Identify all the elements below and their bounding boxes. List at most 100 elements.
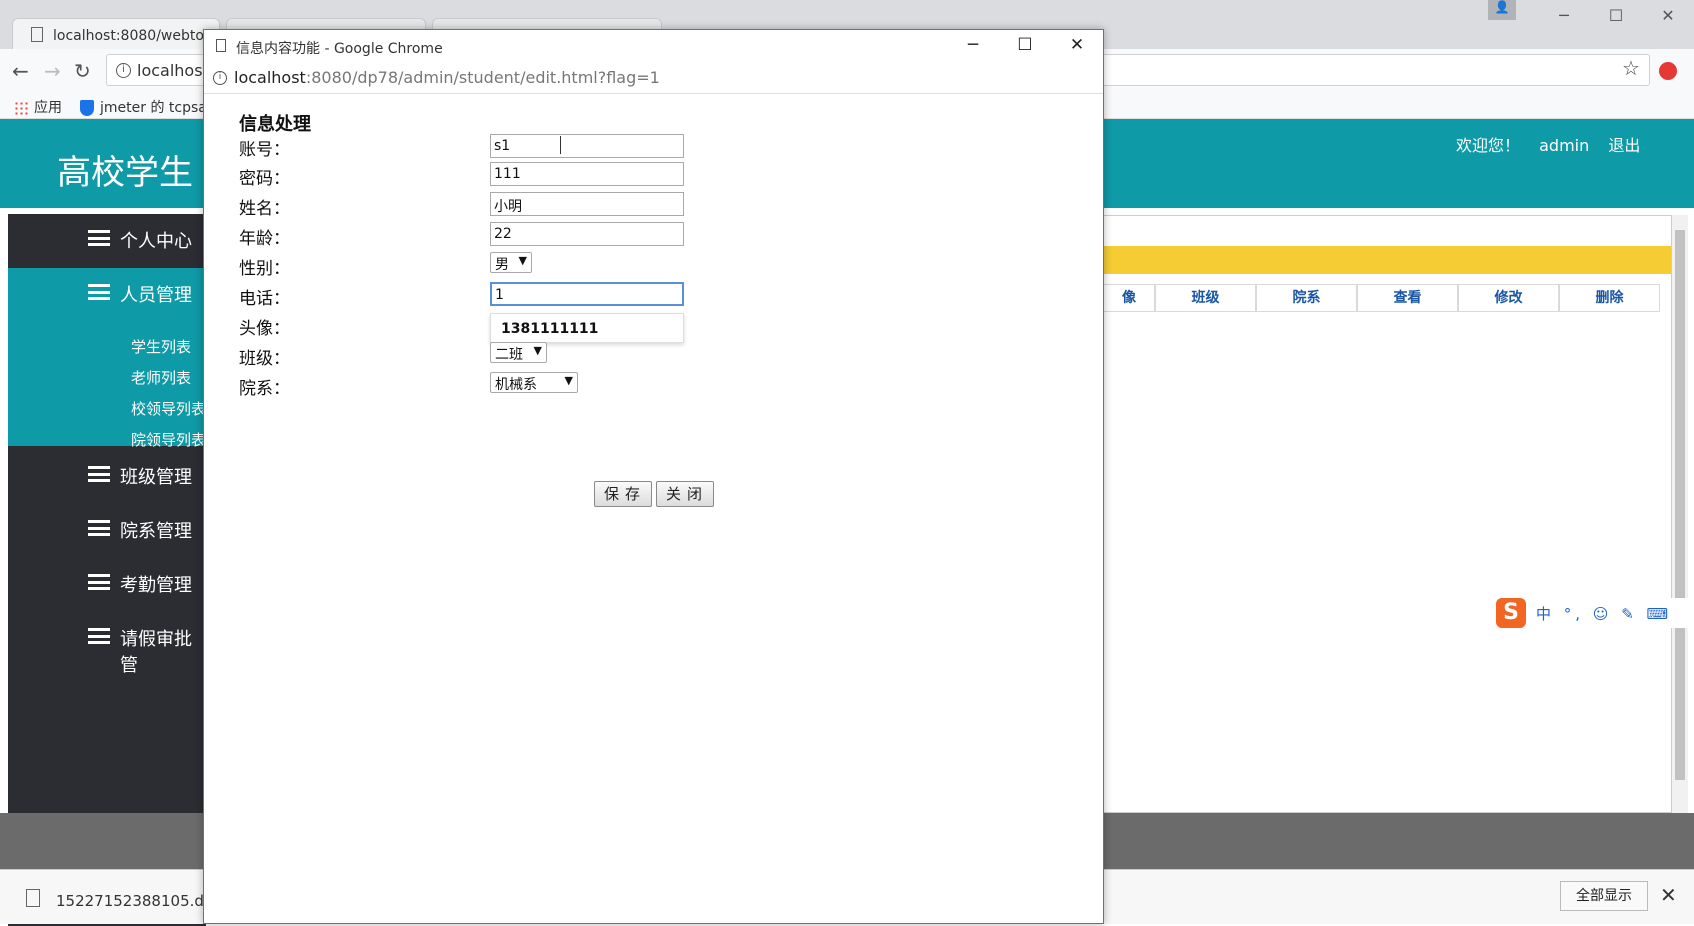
ime-toolbar[interactable]: S 中 °, ☺ ✎ ⌨ xyxy=(1496,598,1694,628)
class-select[interactable]: 二班 ▼ xyxy=(490,342,547,363)
name-label: 姓名： xyxy=(239,199,290,219)
submenu-personnel: 学生列表 老师列表 校领导列表 院领导列表 xyxy=(8,320,206,449)
popup-titlebar: 信息内容功能 - Google Chrome ─ ☐ ✕ xyxy=(204,30,1103,62)
password-input[interactable]: 111 xyxy=(490,162,684,186)
age-input[interactable]: 22 xyxy=(490,222,684,246)
column-header: 查看 xyxy=(1357,284,1458,312)
document-icon xyxy=(26,889,40,907)
gender-select[interactable]: 男 ▼ xyxy=(490,252,532,273)
dropdown-arrow-icon: ▼ xyxy=(533,344,542,357)
close-icon[interactable]: ✕ xyxy=(1642,6,1694,25)
content-panel: 像 班级 院系 查看 修改 删除 xyxy=(1102,215,1672,813)
bookmark-label: jmeter 的 tcpsar xyxy=(100,100,213,116)
user-link[interactable]: admin xyxy=(1539,136,1589,155)
profile-icon[interactable]: 👤 xyxy=(1488,0,1516,20)
menu-label: 请假审批管 xyxy=(120,629,192,676)
tab-title: localhost:8080/webtoo xyxy=(53,28,213,44)
submenu-school-leader-list[interactable]: 校领导列表 xyxy=(131,398,206,419)
menu-personnel[interactable]: 人员管理 xyxy=(8,268,206,320)
bookmark-star-icon[interactable]: ☆ xyxy=(1622,56,1640,80)
class-label: 班级： xyxy=(239,349,290,369)
sogou-logo-icon: S xyxy=(1496,598,1526,628)
stack-icon xyxy=(88,520,110,536)
url-path: :8080/dp78/admin/student/edit.html?flag=… xyxy=(305,68,660,87)
tab-webtoo[interactable]: localhost:8080/webtoo xyxy=(12,18,220,49)
info-icon[interactable]: i xyxy=(116,63,131,78)
department-label: 院系： xyxy=(239,379,290,399)
menu-label: 院系管理 xyxy=(120,521,192,542)
gender-label: 性别： xyxy=(239,259,290,279)
maximize-icon[interactable]: ☐ xyxy=(999,30,1051,62)
menu-label: 考勤管理 xyxy=(120,575,192,596)
menu-leave-approval[interactable]: 请假审批管 xyxy=(8,612,206,676)
menu-label: 人员管理 xyxy=(120,285,192,306)
menu-class[interactable]: 班级管理 xyxy=(8,450,206,502)
maximize-icon[interactable]: ☐ xyxy=(1590,6,1642,25)
address-text: localhost xyxy=(137,61,209,80)
minimize-icon[interactable]: ─ xyxy=(1538,6,1590,25)
page-icon xyxy=(216,39,226,52)
name-input[interactable]: 小明 xyxy=(490,192,684,216)
dropdown-arrow-icon: ▼ xyxy=(564,374,573,387)
menu-personal-center[interactable]: 个人中心 xyxy=(8,214,206,266)
download-item[interactable]: 15227152388105.doc xyxy=(56,892,221,910)
back-arrow-icon[interactable]: ← xyxy=(12,59,29,83)
page-scrollbar[interactable] xyxy=(1672,215,1688,813)
bookmark-jmeter[interactable]: jmeter 的 tcpsar xyxy=(80,97,213,117)
phone-input[interactable]: 1 xyxy=(490,282,684,306)
stack-icon xyxy=(88,284,110,300)
highlight-bar xyxy=(1103,246,1671,274)
welcome-text: 欢迎您！ xyxy=(1456,136,1521,155)
class-selected-value: 二班 xyxy=(495,347,523,363)
autocomplete-suggestion[interactable]: 1381111111 xyxy=(490,313,684,343)
text-cursor-icon xyxy=(560,136,561,154)
submenu-teacher-list[interactable]: 老师列表 xyxy=(131,367,191,388)
page-icon xyxy=(31,27,43,42)
password-label: 密码： xyxy=(239,169,290,189)
menu-attendance[interactable]: 考勤管理 xyxy=(8,558,206,610)
avatar-label: 头像： xyxy=(239,319,290,339)
logout-link[interactable]: 退出 xyxy=(1608,136,1640,155)
shield-icon xyxy=(80,100,94,116)
stack-icon xyxy=(88,230,110,246)
save-button[interactable]: 保存 xyxy=(594,481,652,507)
close-icon[interactable]: ✕ xyxy=(1051,30,1103,62)
stack-icon xyxy=(88,628,110,644)
forward-arrow-icon[interactable]: → xyxy=(44,59,61,83)
minimize-icon[interactable]: ─ xyxy=(947,30,999,62)
submenu-student-list[interactable]: 学生列表 xyxy=(131,336,191,357)
bookmark-label: 应用 xyxy=(34,100,62,116)
app-title: 高校学生 xyxy=(57,153,193,193)
submenu-college-leader-list[interactable]: 院领导列表 xyxy=(131,429,206,450)
column-header: 像 xyxy=(1103,284,1155,312)
bookmark-apps[interactable]: 应用 xyxy=(14,97,62,117)
popup-address-bar[interactable]: i localhost:8080/dp78/admin/student/edit… xyxy=(204,62,1103,94)
url-host: localhost xyxy=(234,68,306,87)
department-select[interactable]: 机械系 ▼ xyxy=(490,372,578,393)
age-label: 年龄： xyxy=(239,229,290,249)
apps-grid-icon xyxy=(14,101,28,115)
menu-label: 班级管理 xyxy=(120,467,192,488)
close-button[interactable]: 关闭 xyxy=(656,481,714,507)
close-icon[interactable]: ✕ xyxy=(1660,883,1677,907)
menu-department[interactable]: 院系管理 xyxy=(8,504,206,556)
reload-icon[interactable]: ↻ xyxy=(74,59,91,83)
account-input[interactable]: s1 xyxy=(490,134,684,158)
menu-label: 个人中心 xyxy=(120,231,192,252)
column-header: 删除 xyxy=(1559,284,1660,312)
show-all-button[interactable]: 全部显示 xyxy=(1560,881,1648,911)
account-label: 账号： xyxy=(239,140,290,160)
scrollbar-thumb[interactable] xyxy=(1675,230,1685,780)
stack-icon xyxy=(88,466,110,482)
gender-selected-value: 男 xyxy=(495,257,509,273)
top-links: 欢迎您！ admin 退出 xyxy=(1456,132,1654,156)
table-header: 像 班级 院系 查看 修改 删除 xyxy=(1103,284,1671,312)
window-controls: ─ ☐ ✕ xyxy=(1538,0,1694,30)
extension-icon[interactable] xyxy=(1659,62,1677,80)
info-icon[interactable]: i xyxy=(213,71,227,85)
edit-form: 信息处理 账号： s1 密码： 111 姓名： 小明 年龄： 22 性别： 男 … xyxy=(204,94,1103,923)
ime-indicators: 中 °, ☺ ✎ ⌨ xyxy=(1536,605,1673,623)
phone-label: 电话： xyxy=(239,289,290,309)
dropdown-arrow-icon: ▼ xyxy=(518,254,527,267)
popup-title: 信息内容功能 - Google Chrome xyxy=(236,41,443,57)
